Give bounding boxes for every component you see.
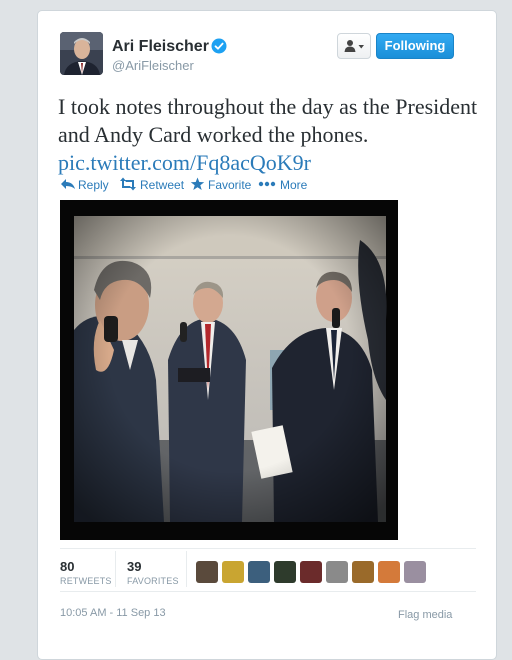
engager-avatar[interactable] <box>274 561 296 583</box>
favorites-stat[interactable]: 39 FAVORITES <box>127 559 179 586</box>
tweet-card: Ari Fleischer @AriFleischer Following I … <box>37 10 497 660</box>
tweet-text: I took notes throughout the day as the P… <box>58 93 478 177</box>
retweet-icon <box>120 177 136 191</box>
stats-bottom-divider <box>60 591 476 592</box>
flag-media-link[interactable]: Flag media <box>398 609 452 621</box>
more-label: More <box>280 178 308 192</box>
more-dots-icon <box>258 181 276 187</box>
star-icon <box>190 177 205 190</box>
favorites-count: 39 <box>127 559 142 574</box>
following-button[interactable]: Following <box>376 33 454 59</box>
tweet-timestamp[interactable]: 10:05 AM - 11 Sep 13 <box>60 607 166 619</box>
engager-avatar[interactable] <box>248 561 270 583</box>
retweet-label: Retweet <box>140 178 185 192</box>
user-dropdown-icon <box>344 40 364 52</box>
engager-avatar[interactable] <box>404 561 426 583</box>
engager-avatar[interactable] <box>196 561 218 583</box>
engager-avatar[interactable] <box>300 561 322 583</box>
engager-avatar[interactable] <box>378 561 400 583</box>
stats-separator <box>115 551 116 587</box>
engager-avatar[interactable] <box>352 561 374 583</box>
retweets-count: 80 <box>60 559 75 574</box>
user-name[interactable]: Ari Fleischer <box>112 38 209 56</box>
user-avatar[interactable] <box>60 32 103 75</box>
tweet-media-link[interactable]: pic.twitter.com/Fq8acQoK9r <box>58 150 311 175</box>
stats-separator <box>186 551 187 587</box>
favorite-label: Favorite <box>208 178 252 192</box>
user-dropdown-button[interactable] <box>337 33 371 59</box>
retweets-stat[interactable]: 80 RETWEETS <box>60 559 112 586</box>
retweets-label: RETWEETS <box>60 576 112 586</box>
engager-avatar[interactable] <box>326 561 348 583</box>
verified-badge-icon <box>211 38 227 59</box>
stats-top-divider <box>60 548 476 549</box>
reply-label: Reply <box>78 178 109 192</box>
tweet-body: I took notes throughout the day as the P… <box>58 94 478 147</box>
reply-icon <box>61 179 75 189</box>
favorites-label: FAVORITES <box>127 576 179 586</box>
engager-avatar[interactable] <box>222 561 244 583</box>
tweet-photo[interactable] <box>60 200 398 540</box>
user-handle[interactable]: @AriFleischer <box>112 58 194 73</box>
